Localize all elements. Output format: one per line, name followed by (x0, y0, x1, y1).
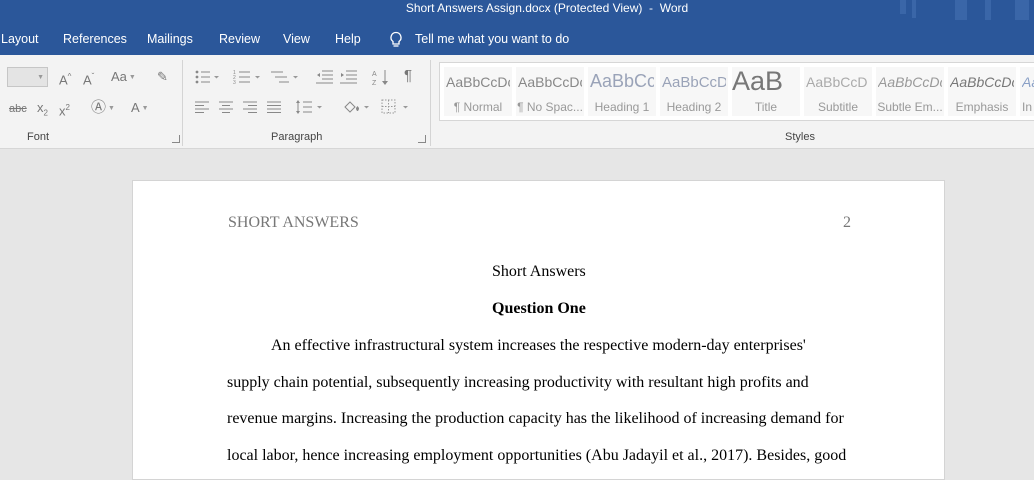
increase-indent-icon[interactable] (340, 69, 358, 85)
text-effects-button[interactable]: Ⓐ ▼ (91, 100, 115, 119)
tab-view[interactable]: View (283, 20, 310, 59)
style-subtle-emphasis[interactable]: AaBbCcDc Subtle Em... (876, 67, 944, 116)
body-line: revenue margins. Increasing the producti… (227, 410, 844, 427)
font-color-button[interactable]: A ▼ (131, 100, 149, 119)
section-heading: Question One (492, 300, 586, 317)
lightbulb-icon[interactable] (389, 31, 403, 49)
style-name: Heading 2 (666, 100, 722, 114)
bullets-icon[interactable] (194, 69, 220, 85)
body-line: local labor, hence increasing employment… (227, 447, 847, 464)
strikethrough-button[interactable]: abc (9, 101, 27, 117)
paragraph-dialog-launcher-icon[interactable] (418, 135, 426, 143)
font-dialog-launcher-icon[interactable] (172, 135, 180, 143)
change-case-button[interactable]: Aa ▼ (111, 69, 136, 88)
style-heading-2[interactable]: AaBbCcD Heading 2 (660, 67, 728, 116)
document-title: Short Answers (492, 263, 586, 280)
style-name: Title (754, 100, 778, 114)
style-name: In (1022, 100, 1033, 114)
shading-icon[interactable] (342, 99, 372, 115)
style-heading-1[interactable]: AaBbCc Heading 1 (588, 67, 656, 116)
tab-help[interactable]: Help (335, 20, 361, 59)
align-left-icon[interactable] (195, 101, 209, 113)
style-no-spacing[interactable]: AaBbCcDc ¶ No Spac... (516, 67, 584, 116)
title-bar-pattern (912, 0, 916, 18)
style-title[interactable]: AaB Title (732, 67, 800, 116)
style-intense-emphasis[interactable]: AaBbCcDc In (1020, 67, 1034, 116)
style-sample: AaBbCc (590, 71, 654, 91)
tab-layout[interactable]: Layout (1, 20, 39, 59)
justify-icon[interactable] (267, 101, 281, 113)
group-label-styles: Styles (785, 131, 815, 143)
window-title: Short Answers Assign.docx (Protected Vie… (405, 1, 689, 15)
superscript-button[interactable]: x2 (59, 100, 70, 119)
font-size-dropdown[interactable]: ▼ (7, 67, 48, 87)
style-subtitle[interactable]: AaBbCcD Subtitle (804, 67, 872, 116)
sort-icon[interactable]: A Z (372, 68, 390, 86)
styles-gallery: AaBbCcDc ¶ Normal AaBbCcDc ¶ No Spac... … (439, 62, 1034, 121)
show-formatting-marks-icon[interactable]: ¶ (404, 68, 412, 84)
running-head: SHORT ANSWERS (228, 214, 359, 231)
tab-review[interactable]: Review (219, 20, 260, 59)
style-name: Emphasis (955, 100, 1009, 114)
style-name: Subtle Em... (877, 100, 943, 114)
align-right-icon[interactable] (243, 101, 257, 113)
clear-formatting-icon[interactable]: ✎ (157, 69, 168, 85)
group-separator (182, 60, 183, 146)
page-number: 2 (843, 214, 851, 231)
title-bar-pattern (1015, 0, 1029, 22)
title-bar-pattern (900, 0, 906, 14)
svg-text:Z: Z (372, 80, 377, 86)
body-line: supply chain potential, subsequently inc… (227, 374, 809, 391)
style-sample: AaBbCcDc (950, 74, 1014, 90)
style-sample: AaBbCcDc (1022, 74, 1034, 90)
style-sample: AaBbCcDc (518, 74, 582, 90)
multilevel-list-icon[interactable] (271, 69, 299, 85)
document-page[interactable]: SHORT ANSWERS 2 Short Answers Question O… (132, 180, 945, 480)
tell-me-search[interactable]: Tell me what you want to do (415, 20, 569, 59)
style-normal[interactable]: AaBbCcDc ¶ Normal (444, 67, 512, 116)
grow-font-button[interactable]: A^ (59, 69, 71, 88)
title-bar: Short Answers Assign.docx (Protected Vie… (0, 0, 1034, 28)
tab-references[interactable]: References (63, 20, 127, 59)
title-bar-pattern (955, 0, 967, 20)
group-label-font: Font (27, 131, 50, 143)
decrease-indent-icon[interactable] (316, 69, 334, 85)
subscript-button[interactable]: x2 (37, 100, 48, 122)
ribbon-tabs: Layout References Mailings Review View H… (0, 20, 1034, 55)
style-sample: AaBbCcD (806, 74, 868, 90)
align-center-icon[interactable] (219, 101, 233, 113)
group-label-paragraph: Paragraph (271, 131, 323, 143)
style-sample: AaB (732, 67, 784, 96)
numbering-icon[interactable]: 1 2 3 (233, 69, 261, 85)
line-spacing-icon[interactable] (295, 99, 325, 115)
style-name: ¶ Normal (453, 100, 503, 114)
style-sample: AaBbCcDc (878, 74, 942, 90)
svg-text:3: 3 (233, 80, 236, 85)
style-name: Subtitle (817, 100, 859, 114)
borders-icon[interactable] (381, 99, 411, 115)
style-sample: AaBbCcD (662, 74, 726, 91)
group-separator (430, 60, 431, 146)
body-line: An effective infrastructural system incr… (271, 337, 806, 354)
style-name: ¶ No Spac... (517, 100, 583, 114)
shrink-font-button[interactable]: Aˇ (83, 69, 94, 88)
svg-text:A: A (372, 71, 377, 78)
style-name: Heading 1 (594, 100, 650, 114)
style-sample: AaBbCcDc (446, 74, 510, 90)
style-emphasis[interactable]: AaBbCcDc Emphasis (948, 67, 1016, 116)
tab-mailings[interactable]: Mailings (147, 20, 193, 59)
